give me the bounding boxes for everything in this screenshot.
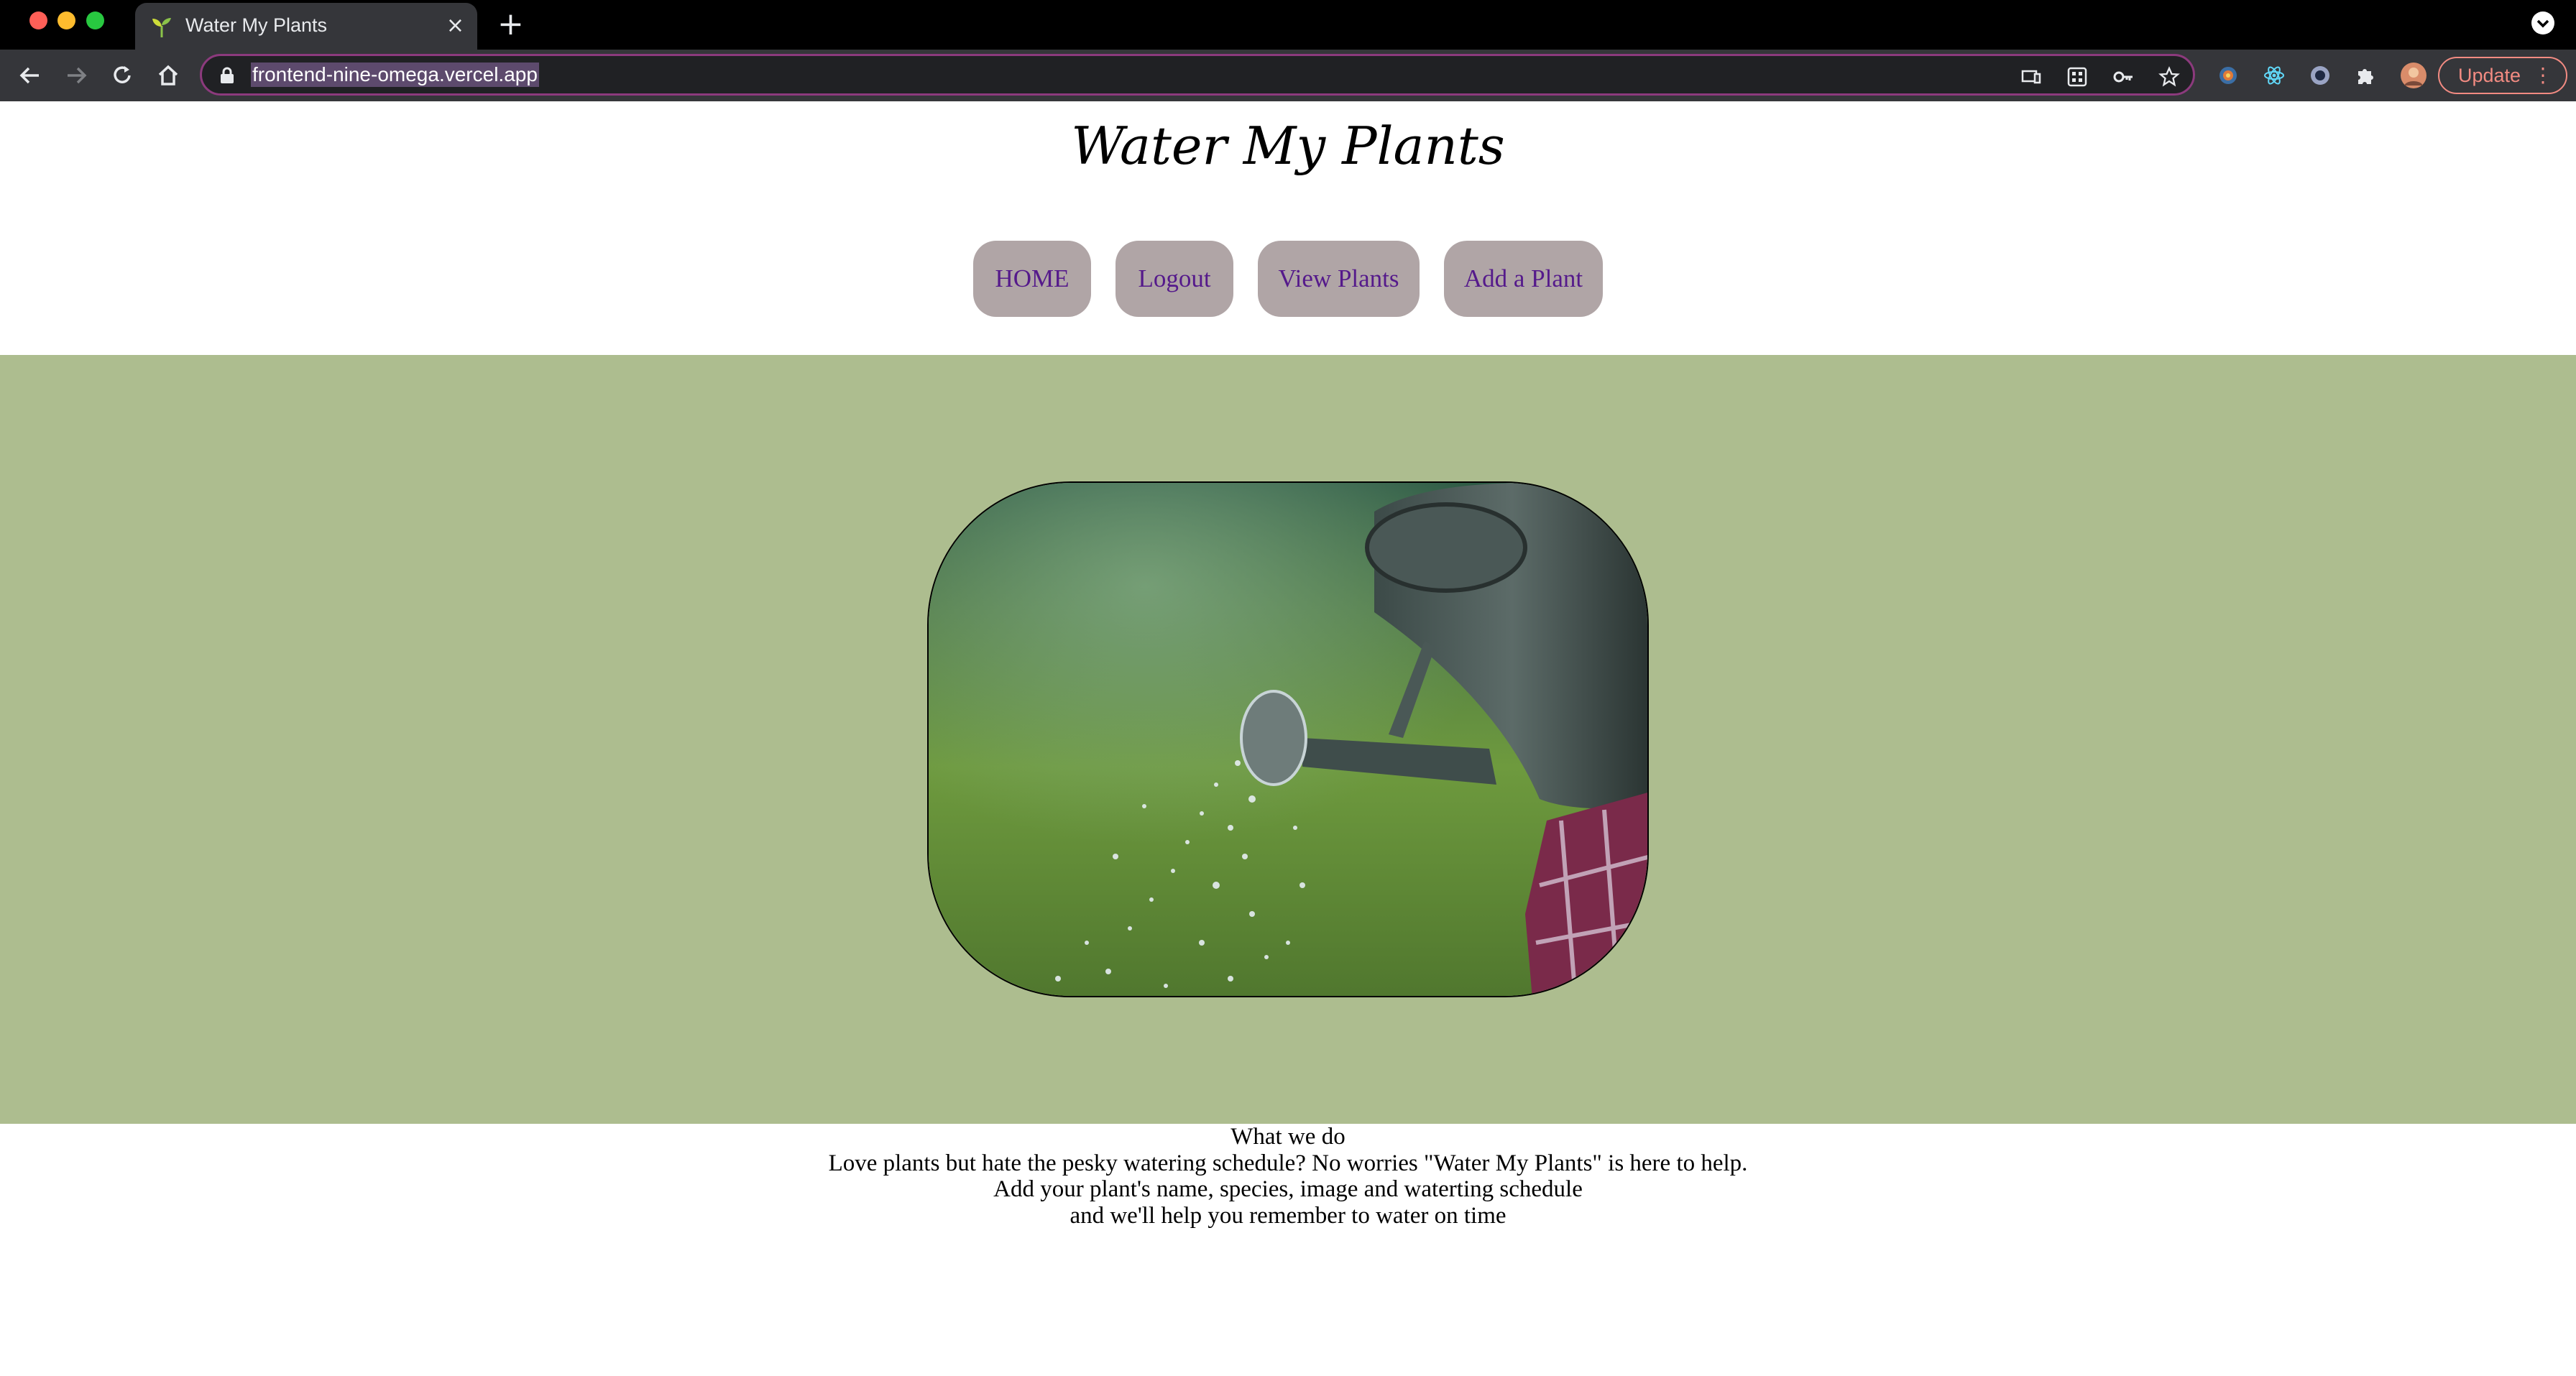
qr-code-icon[interactable] [2066, 66, 2088, 88]
page-content: Water My Plants HOME Logout View Plants … [0, 101, 2576, 1376]
update-label: Update [2458, 65, 2521, 86]
hero-section [0, 355, 2576, 1124]
watering-can-image [927, 481, 1649, 997]
tab-title: Water My Plants [185, 14, 328, 36]
nav-logout-link[interactable]: Logout [1116, 241, 1233, 317]
nav-add-plant-link[interactable]: Add a Plant [1444, 241, 1603, 317]
about-section: What we do Love plants but hate the pesk… [0, 1124, 2576, 1229]
browser-tabstrip: Water My Plants × + [0, 0, 2576, 50]
main-nav: HOME Logout View Plants Add a Plant [0, 241, 2576, 317]
back-arrow-icon[interactable] [17, 63, 43, 88]
browser-tab[interactable]: Water My Plants × [135, 3, 477, 50]
tab-search-button[interactable] [2531, 11, 2554, 34]
more-menu-icon: ⋮ [2533, 63, 2553, 87]
browser-toolbar: frontend-nine-omega.vercel.app Update ⋮ [0, 50, 2576, 101]
update-button[interactable]: Update ⋮ [2438, 57, 2567, 94]
home-icon[interactable] [155, 63, 181, 88]
star-icon[interactable] [2158, 66, 2180, 88]
url-text[interactable]: frontend-nine-omega.vercel.app [251, 63, 539, 87]
nav-view-plants-link[interactable]: View Plants [1258, 241, 1420, 317]
extension-circle-icon[interactable] [2309, 64, 2332, 87]
forward-arrow-icon[interactable] [63, 63, 89, 88]
minimize-window-button[interactable] [58, 11, 75, 29]
about-heading: What we do [1230, 1124, 1346, 1150]
maximize-window-button[interactable] [86, 11, 104, 29]
nav-home-link[interactable]: HOME [973, 241, 1091, 317]
site-title: Water My Plants [1071, 116, 1505, 176]
about-line-1: Love plants but hate the pesky watering … [828, 1150, 1748, 1176]
extension-colorful-icon[interactable] [2217, 64, 2240, 87]
lock-icon [221, 67, 234, 83]
address-bar[interactable]: frontend-nine-omega.vercel.app [200, 54, 2195, 96]
close-icon[interactable]: × [446, 11, 464, 40]
cast-icon[interactable] [2020, 66, 2042, 88]
react-devtools-icon[interactable] [2263, 64, 2286, 87]
puzzle-icon[interactable] [2355, 64, 2378, 87]
close-window-button[interactable] [29, 11, 47, 29]
about-line-3: and we'll help you remember to water on … [1070, 1202, 1506, 1229]
reload-icon[interactable] [109, 63, 135, 88]
key-icon[interactable] [2112, 66, 2134, 88]
sprout-icon [152, 18, 171, 37]
profile-avatar[interactable] [2401, 63, 2426, 88]
new-tab-button[interactable]: + [497, 7, 524, 42]
about-line-2: Add your plant's name, species, image an… [993, 1176, 1583, 1202]
chevron-down-icon [2536, 19, 2549, 28]
